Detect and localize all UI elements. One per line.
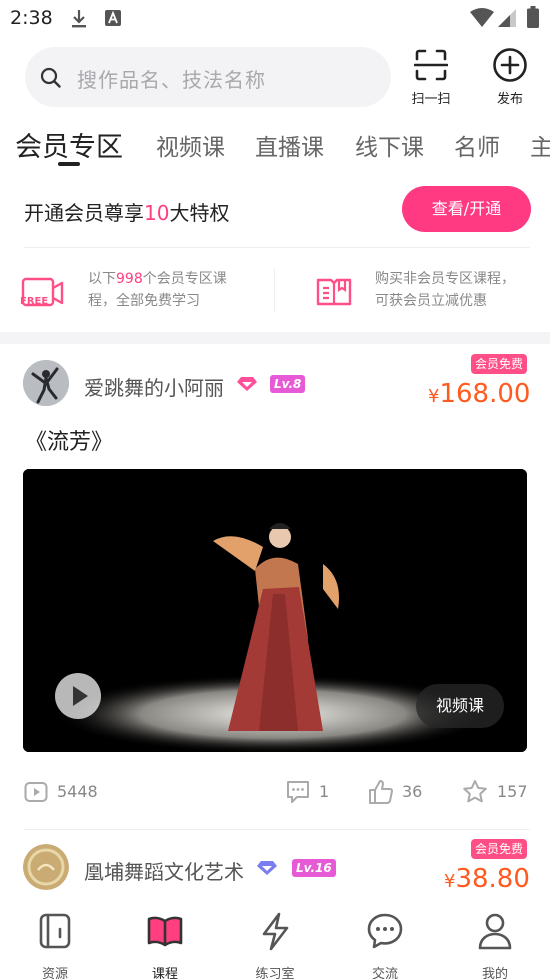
status-bar: 2:38	[0, 0, 550, 36]
video-course-tag: 视频课	[416, 684, 504, 728]
search-placeholder: 搜作品名、技法名称	[77, 68, 266, 92]
views-stat: 5448	[24, 779, 114, 805]
nav-profile-label: 我的	[481, 967, 508, 979]
divider	[24, 247, 530, 248]
category-tabs: 会员专区 视频课 直播课 线下课 名师 主	[0, 122, 550, 172]
comments-stat[interactable]: 1	[285, 779, 345, 805]
tab-member-zone[interactable]: 会员专区	[15, 125, 123, 164]
nav-courses-label: 课程	[151, 967, 178, 979]
member-free-badge: 会员免费	[471, 354, 528, 374]
book-icon	[316, 278, 352, 306]
download-icon	[72, 10, 86, 28]
nav-community-label: 交流	[371, 967, 398, 979]
perk-free-courses: FREE 以下998个会员专区课 程，全部免费学习	[0, 262, 274, 322]
member-free-badge: 会员免费	[471, 839, 528, 859]
section-separator	[0, 332, 550, 344]
avatar[interactable]	[23, 844, 69, 890]
comment-icon	[287, 781, 309, 803]
scan-icon	[414, 49, 448, 81]
level-badge: Lv.8	[270, 375, 306, 393]
author-name[interactable]: 凰埔舞蹈文化艺术	[84, 856, 244, 885]
status-time: 2:38	[10, 7, 53, 29]
tab-offline-course[interactable]: 线下课	[355, 128, 424, 162]
video-thumbnail[interactable]: 视频课	[23, 469, 527, 752]
play-button[interactable]	[55, 673, 101, 719]
likes-stat[interactable]: 36	[368, 779, 438, 805]
course-title[interactable]: 《流芳》	[25, 424, 113, 456]
view-open-membership-button[interactable]: 查看/开通	[402, 186, 531, 232]
course-price: ¥168.00	[428, 379, 531, 409]
play-icon	[73, 686, 88, 706]
resource-icon	[39, 913, 71, 949]
nav-practice-room-label: 练习室	[255, 967, 295, 979]
tab-video-course[interactable]: 视频课	[156, 128, 225, 162]
scan-label: 扫一扫	[411, 92, 451, 107]
bottom-navigation: 资源 课程 练习室 交流 我的	[0, 903, 550, 979]
chat-icon	[367, 913, 403, 949]
vip-diamond-icon	[237, 377, 257, 391]
perk-free-courses-text: 以下998个会员专区课 程，全部免费学习	[88, 271, 227, 309]
publish-label: 发布	[496, 92, 523, 107]
perk-discount: 购买非会员专区课程， 可获会员立减优惠	[275, 262, 550, 322]
free-video-icon: FREE	[20, 277, 64, 307]
perk-discount-text: 购买非会员专区课程， 可获会员立减优惠	[375, 271, 515, 309]
lightning-icon	[262, 912, 289, 951]
likes-count: 36	[402, 782, 423, 801]
search-bar[interactable]: 搜作品名、技法名称	[25, 47, 391, 107]
card-divider	[24, 829, 530, 830]
profile-icon	[478, 913, 512, 950]
plus-circle-icon	[493, 48, 527, 82]
star-icon	[463, 780, 487, 803]
favorites-stat[interactable]: 157	[462, 779, 532, 805]
active-tab-indicator	[58, 162, 80, 166]
signal-icon	[498, 9, 516, 27]
accessibility-icon	[105, 10, 121, 26]
wifi-icon	[470, 8, 494, 27]
tab-live-course[interactable]: 直播课	[255, 128, 324, 162]
avatar[interactable]	[23, 360, 69, 406]
battery-icon	[527, 6, 539, 28]
svg-text:FREE: FREE	[20, 296, 48, 307]
publish-button[interactable]: 发布	[480, 46, 540, 108]
course-price: ¥38.80	[444, 864, 530, 894]
search-icon	[40, 67, 61, 88]
tab-more[interactable]: 主	[530, 128, 550, 162]
scan-button[interactable]: 扫一扫	[401, 46, 461, 108]
course-book-icon	[147, 916, 183, 947]
comments-count: 1	[319, 782, 330, 801]
thumbs-up-icon	[369, 780, 393, 804]
author-name[interactable]: 爱跳舞的小阿丽	[84, 372, 224, 401]
views-count: 5448	[57, 782, 98, 801]
tab-famous-teacher[interactable]: 名师	[454, 128, 500, 162]
video-play-icon	[24, 782, 48, 802]
verified-diamond-icon	[257, 861, 277, 875]
favorites-count: 157	[497, 782, 528, 801]
membership-title: 开通会员尊享10大特权	[24, 201, 230, 225]
nav-resources-label: 资源	[41, 967, 68, 979]
level-badge: Lv.16	[292, 859, 336, 877]
